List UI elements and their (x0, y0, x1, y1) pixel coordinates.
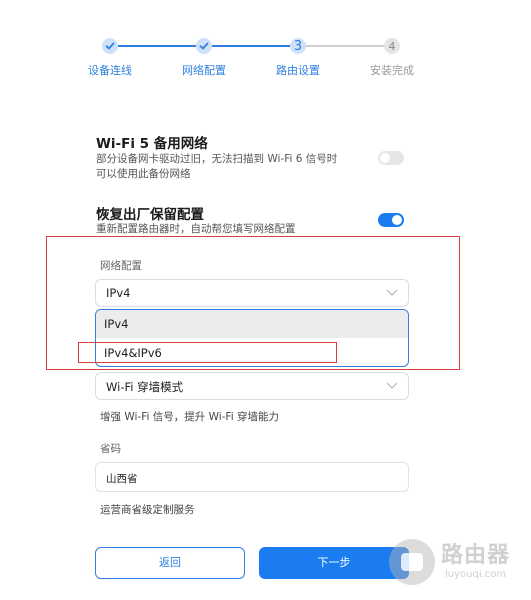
step-connector-1 (118, 45, 204, 47)
wifi5-backup-toggle[interactable] (378, 151, 404, 165)
wifi-mode-hint: 增强 Wi-Fi 信号，提升 Wi-Fi 穿墙能力 (100, 411, 279, 423)
province-input[interactable]: 山西省 (95, 462, 409, 492)
setup-stepper: 3 4 设备连线 网络配置 路由设置 安装完成 (0, 0, 531, 90)
step-label-device-connect: 设备连线 (88, 64, 132, 77)
factory-keep-toggle[interactable] (378, 213, 404, 227)
step-label-router-settings: 路由设置 (276, 64, 320, 77)
step-1-check-icon (102, 38, 118, 54)
step-2-check-icon (196, 38, 212, 54)
toggle-knob (380, 153, 390, 163)
step-label-install-complete: 安装完成 (370, 64, 414, 77)
router-logo-icon (389, 539, 435, 585)
watermark-url: luyouqi.com (445, 569, 507, 580)
annotation-highlight-option (78, 342, 337, 363)
step-label-network-config: 网络配置 (182, 64, 226, 77)
factory-keep-desc: 重新配置路由器时，自动帮您填写网络配置 (96, 223, 296, 235)
wifi-mode-select[interactable]: Wi-Fi 穿墙模式 (95, 372, 409, 400)
step-4-marker: 4 (384, 38, 400, 54)
wifi5-backup-title: Wi-Fi 5 备用网络 (96, 136, 208, 152)
step-connector-3 (306, 45, 386, 47)
toggle-knob (392, 215, 402, 225)
back-button[interactable]: 返回 (95, 547, 245, 579)
step-connector-2 (212, 45, 292, 47)
watermark-title: 路由器 (441, 543, 511, 568)
site-watermark: 路由器 luyouqi.com (389, 535, 531, 591)
wifi5-backup-desc-line1: 部分设备网卡驱动过旧，无法扫描到 Wi-Fi 6 信号时 (96, 153, 338, 165)
province-value: 山西省 (106, 473, 138, 485)
step-3-marker: 3 (290, 38, 306, 54)
factory-keep-title: 恢复出厂保留配置 (96, 207, 204, 223)
province-hint: 运营商省级定制服务 (100, 504, 195, 516)
chevron-down-icon (386, 382, 398, 389)
wifi-mode-selected: Wi-Fi 穿墙模式 (106, 380, 184, 394)
wifi5-backup-desc-line2: 可以使用此备份网络 (96, 168, 191, 180)
next-button[interactable]: 下一步 (259, 547, 409, 579)
province-label: 省码 (100, 443, 121, 455)
